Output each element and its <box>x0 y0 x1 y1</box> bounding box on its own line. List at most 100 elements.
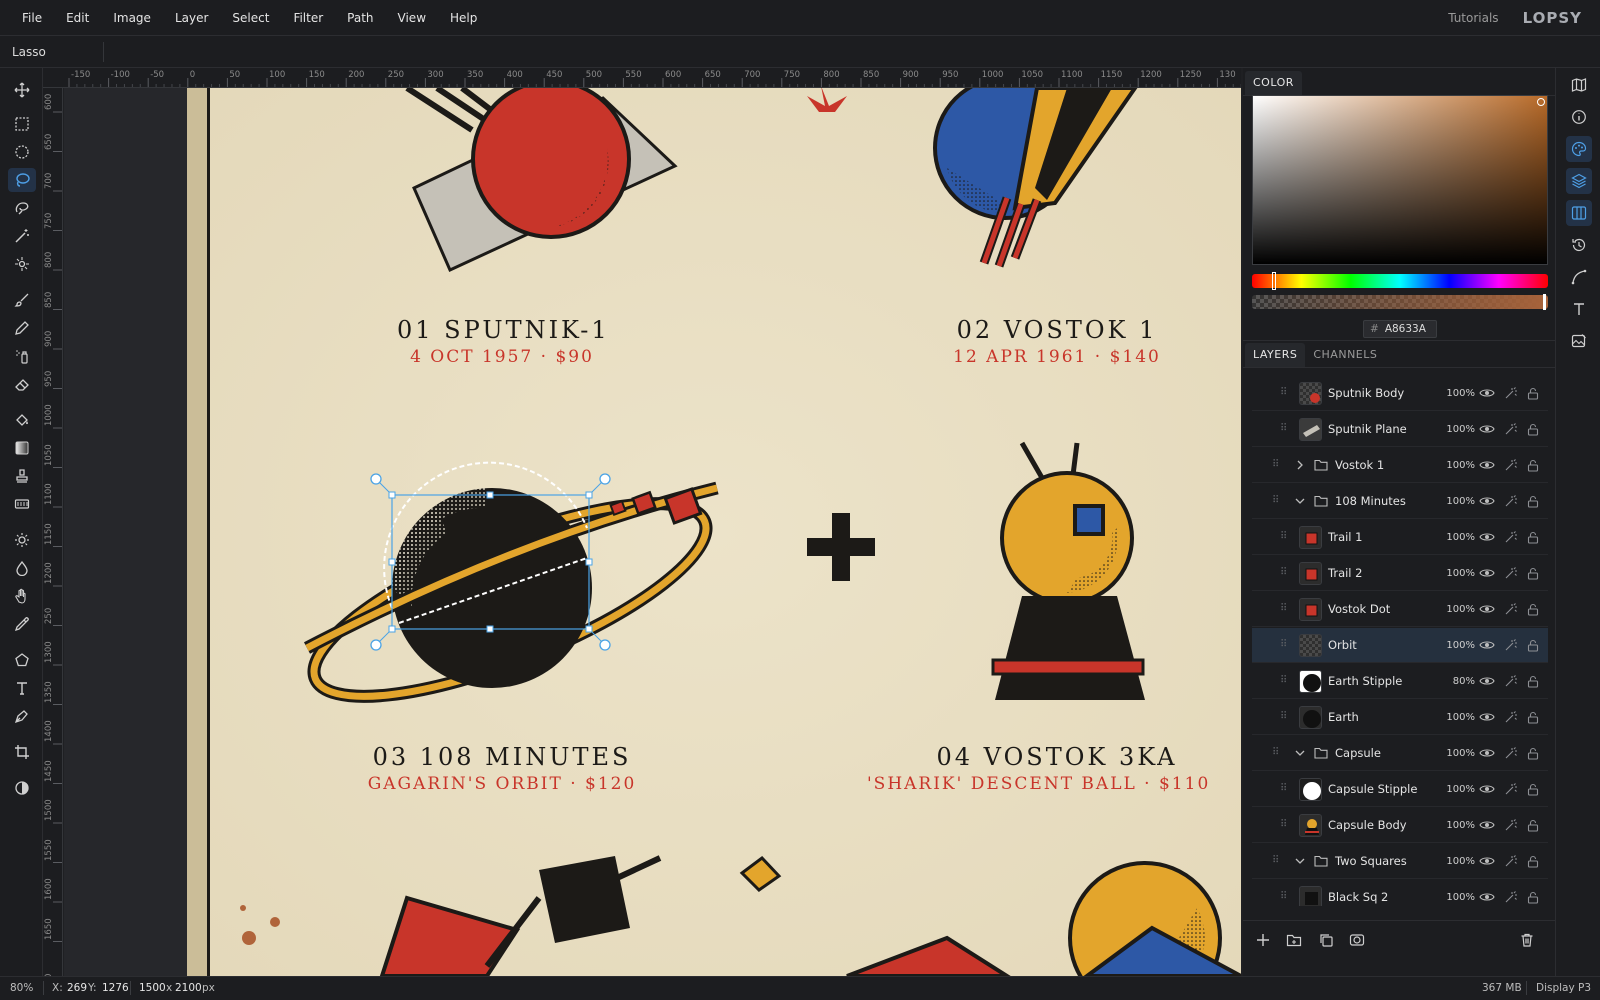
eye-icon[interactable] <box>1479 603 1495 615</box>
lock-icon[interactable] <box>1527 567 1539 580</box>
navigator-button[interactable] <box>1566 72 1592 98</box>
eye-icon[interactable] <box>1479 747 1495 759</box>
layer-effects-icon[interactable] <box>1504 602 1518 616</box>
eye-icon[interactable] <box>1479 459 1495 471</box>
eye-icon[interactable] <box>1479 819 1495 831</box>
eye-icon[interactable] <box>1479 783 1495 795</box>
drag-handle-icon[interactable]: ⠿ <box>1272 459 1279 471</box>
layer-row[interactable]: ⠿ Capsule Body 100% <box>1252 808 1548 843</box>
layer-group-row[interactable]: ⠿ 108 Minutes 100% <box>1252 484 1548 519</box>
eraser-tool[interactable] <box>8 372 36 396</box>
rect-select-tool[interactable] <box>8 112 36 136</box>
zoom-level[interactable]: 80% <box>10 982 33 994</box>
layer-effects-icon[interactable] <box>1504 458 1518 472</box>
layer-group-row[interactable]: ⠿ Vostok 1 100% <box>1252 448 1548 483</box>
dodge-tool[interactable] <box>8 528 36 552</box>
layer-effects-icon[interactable] <box>1504 854 1518 868</box>
menu-edit[interactable]: Edit <box>54 0 101 36</box>
chevron-right-icon[interactable] <box>1294 459 1306 471</box>
layer-row[interactable]: ⠿ Trail 1 100% <box>1252 520 1548 555</box>
lock-icon[interactable] <box>1527 603 1539 616</box>
layer-name[interactable]: Capsule <box>1335 746 1381 760</box>
layer-opacity[interactable]: 100% <box>1437 604 1475 615</box>
eye-icon[interactable] <box>1479 567 1495 579</box>
drag-handle-icon[interactable]: ⠿ <box>1280 387 1287 399</box>
layer-effects-icon[interactable] <box>1504 386 1518 400</box>
layer-opacity[interactable]: 100% <box>1437 748 1475 759</box>
color-profile[interactable]: Display P3 <box>1536 982 1591 994</box>
lock-icon[interactable] <box>1527 531 1539 544</box>
layer-row[interactable]: ⠿ Earth 100% <box>1252 700 1548 735</box>
eye-icon[interactable] <box>1479 711 1495 723</box>
eye-icon[interactable] <box>1479 531 1495 543</box>
channels-panel-button[interactable] <box>1566 200 1592 226</box>
lock-icon[interactable] <box>1527 675 1539 688</box>
hue-slider[interactable] <box>1252 272 1548 290</box>
menu-help[interactable]: Help <box>438 0 489 36</box>
layer-name[interactable]: 108 Minutes <box>1335 494 1406 508</box>
hex-input[interactable]: # A8633A <box>1363 320 1437 338</box>
lock-icon[interactable] <box>1527 819 1539 832</box>
layer-opacity[interactable]: 100% <box>1437 424 1475 435</box>
chevron-down-icon[interactable] <box>1294 495 1306 507</box>
quick-select-tool[interactable] <box>8 252 36 276</box>
menu-view[interactable]: View <box>386 0 438 36</box>
move-tool[interactable] <box>8 78 36 102</box>
drag-handle-icon[interactable]: ⠿ <box>1280 567 1287 579</box>
tutorials-link[interactable]: Tutorials <box>1448 11 1498 25</box>
eye-icon[interactable] <box>1479 855 1495 867</box>
pattern-tool[interactable] <box>8 492 36 516</box>
layer-row[interactable]: ⠿ Trail 2 100% <box>1252 556 1548 591</box>
drag-handle-icon[interactable]: ⠿ <box>1280 531 1287 543</box>
add-layer-icon[interactable] <box>1255 932 1271 948</box>
drag-handle-icon[interactable]: ⠿ <box>1272 855 1279 867</box>
lock-icon[interactable] <box>1527 783 1539 796</box>
history-button[interactable] <box>1566 232 1592 258</box>
layer-name[interactable]: Two Squares <box>1335 854 1407 868</box>
tab-layers[interactable]: LAYERS <box>1245 343 1306 367</box>
layer-effects-icon[interactable] <box>1504 494 1518 508</box>
mask-tool[interactable] <box>8 776 36 800</box>
layers-panel-button[interactable] <box>1566 168 1592 194</box>
lock-icon[interactable] <box>1527 459 1539 472</box>
layer-effects-icon[interactable] <box>1504 782 1518 796</box>
layer-name[interactable]: Trail 1 <box>1328 530 1362 544</box>
hand-tool[interactable] <box>8 584 36 608</box>
layer-effects-icon[interactable] <box>1504 566 1518 580</box>
ellipse-select-tool[interactable] <box>8 140 36 164</box>
layer-name[interactable]: Earth <box>1328 710 1359 724</box>
lock-icon[interactable] <box>1527 639 1539 652</box>
layer-group-row[interactable]: ⠿ Two Squares 100% <box>1252 844 1548 879</box>
layer-name[interactable]: Capsule Stipple <box>1328 782 1417 796</box>
layer-name[interactable]: Black Sq 2 <box>1328 890 1388 904</box>
color-picker-cursor[interactable] <box>1537 98 1545 106</box>
layer-row[interactable]: ⠿ Black Sq 2 100% <box>1252 880 1548 906</box>
tab-color[interactable]: COLOR <box>1245 71 1302 95</box>
color-picker-field[interactable] <box>1252 95 1548 265</box>
lock-icon[interactable] <box>1527 891 1539 904</box>
paths-button[interactable] <box>1566 264 1592 290</box>
menu-layer[interactable]: Layer <box>163 0 220 36</box>
drag-handle-icon[interactable]: ⠿ <box>1280 603 1287 615</box>
drag-handle-icon[interactable]: ⠿ <box>1280 783 1287 795</box>
drag-handle-icon[interactable]: ⠿ <box>1280 711 1287 723</box>
drag-handle-icon[interactable]: ⠿ <box>1280 819 1287 831</box>
lock-icon[interactable] <box>1527 855 1539 868</box>
character-button[interactable] <box>1566 296 1592 322</box>
eye-icon[interactable] <box>1479 423 1495 435</box>
pen-tool[interactable] <box>8 704 36 728</box>
layer-row[interactable]: ⠿ Sputnik Body 100% <box>1252 376 1548 411</box>
hue-slider-thumb[interactable] <box>1272 272 1276 290</box>
lock-icon[interactable] <box>1527 747 1539 760</box>
menu-select[interactable]: Select <box>220 0 281 36</box>
layer-opacity[interactable]: 100% <box>1437 568 1475 579</box>
layer-name[interactable]: Trail 2 <box>1328 566 1362 580</box>
layer-name[interactable]: Earth Stipple <box>1328 674 1402 688</box>
layer-opacity[interactable]: 100% <box>1437 712 1475 723</box>
alpha-slider[interactable] <box>1252 294 1548 310</box>
lasso-tool[interactable] <box>8 168 36 192</box>
layer-opacity[interactable]: 100% <box>1437 784 1475 795</box>
gradient-tool[interactable] <box>8 436 36 460</box>
layer-name[interactable]: Sputnik Plane <box>1328 422 1407 436</box>
duplicate-layer-icon[interactable] <box>1318 932 1334 948</box>
